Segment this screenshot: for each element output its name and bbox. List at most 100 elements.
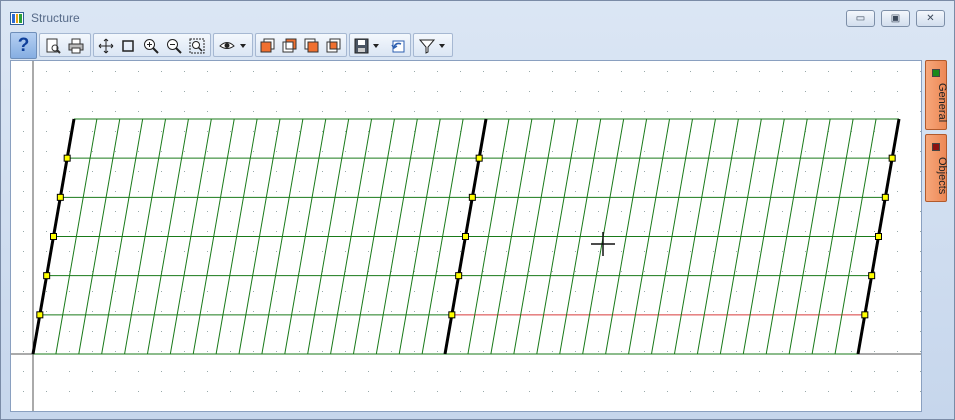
grid-dot — [529, 411, 530, 412]
layer-4-button[interactable] — [324, 36, 344, 55]
grid-dot — [276, 151, 277, 152]
grid-dot — [322, 91, 323, 92]
grid-dot — [851, 171, 852, 172]
grid-dot — [46, 311, 47, 312]
print-button[interactable] — [66, 36, 86, 55]
grid-dot — [437, 291, 438, 292]
grid-dot — [598, 171, 599, 172]
grid-dot — [805, 391, 806, 392]
grid-dot — [345, 211, 346, 212]
help-button[interactable]: ? — [10, 32, 37, 59]
grid-dot — [483, 191, 484, 192]
grid-dot — [598, 271, 599, 272]
layer-1-button[interactable] — [258, 36, 278, 55]
grid-dot — [69, 331, 70, 332]
grid-dot — [92, 311, 93, 312]
grid-dot — [115, 311, 116, 312]
grid-dot — [805, 251, 806, 252]
grid-dot — [713, 151, 714, 152]
grid-dot — [736, 351, 737, 352]
maximize-button[interactable]: ▣ — [881, 10, 910, 27]
grid-dot — [874, 311, 875, 312]
grid-dot — [69, 231, 70, 232]
grid-dot — [138, 351, 139, 352]
grid-dot — [322, 311, 323, 312]
grid-dot — [322, 211, 323, 212]
grid-dot — [644, 91, 645, 92]
grid-dot — [529, 311, 530, 312]
zoom-fit-icon — [189, 38, 205, 53]
grid-dot — [138, 291, 139, 292]
grid-dot — [23, 331, 24, 332]
grid-dot — [414, 151, 415, 152]
grid-dot — [713, 291, 714, 292]
grid-dot — [253, 91, 254, 92]
grid-dot — [805, 271, 806, 272]
grid-dot — [46, 91, 47, 92]
grid-dot — [828, 371, 829, 372]
grid-dot — [759, 351, 760, 352]
grid-dot — [667, 391, 668, 392]
grid-dot — [782, 231, 783, 232]
zoom-out-button[interactable] — [164, 36, 184, 55]
grid-dot — [598, 231, 599, 232]
grid-dot — [805, 291, 806, 292]
grid-dot — [920, 71, 921, 72]
pan-button[interactable] — [96, 36, 116, 55]
grid-dot — [345, 91, 346, 92]
grid-dot — [276, 351, 277, 352]
select-rectangle-button[interactable] — [118, 36, 138, 55]
grid-dot — [414, 251, 415, 252]
zoom-in-button[interactable] — [141, 36, 161, 55]
side-panel-tabs: General Objects — [925, 60, 948, 412]
minimize-button[interactable]: ▭ — [846, 10, 875, 27]
grid-dot — [506, 171, 507, 172]
grid-dot — [874, 191, 875, 192]
view-options-dropdown[interactable] — [216, 36, 250, 55]
grid-dot — [437, 251, 438, 252]
grid-dot — [138, 111, 139, 112]
save-dropdown[interactable] — [352, 36, 382, 55]
grid-dot — [161, 251, 162, 252]
close-button[interactable]: ✕ — [916, 10, 945, 27]
grid-dot — [805, 411, 806, 412]
grid-dot — [644, 151, 645, 152]
grid-dot — [345, 231, 346, 232]
grid-dot — [345, 251, 346, 252]
grid-dot — [897, 311, 898, 312]
grid-dot — [46, 71, 47, 72]
grid-dot — [690, 351, 691, 352]
grid-dot — [759, 291, 760, 292]
grid-dot — [322, 151, 323, 152]
tab-objects[interactable]: Objects — [925, 134, 948, 202]
grid-dot — [598, 211, 599, 212]
zoom-fit-button[interactable] — [187, 36, 207, 55]
grid-dot — [598, 291, 599, 292]
node-point — [475, 154, 483, 162]
tab-general[interactable]: General — [925, 60, 948, 130]
grid-dot — [690, 271, 691, 272]
title-bar[interactable]: Structure ▭ ▣ ✕ — [1, 1, 954, 31]
grid-dot — [575, 71, 576, 72]
grid-dot — [253, 111, 254, 112]
structure-drawing[interactable] — [11, 61, 922, 412]
grid-dot — [391, 111, 392, 112]
print-preview-button[interactable] — [43, 36, 63, 55]
grid-dot — [437, 151, 438, 152]
structure-canvas[interactable] — [10, 60, 922, 412]
grid-dot — [483, 111, 484, 112]
grid-dot — [644, 171, 645, 172]
layer-3-button[interactable] — [302, 36, 322, 55]
grid-dot — [184, 331, 185, 332]
grid-dot — [437, 351, 438, 352]
undo-view-button[interactable] — [388, 36, 408, 55]
grid-dot — [805, 111, 806, 112]
grid-dot — [414, 331, 415, 332]
grid-dot — [437, 171, 438, 172]
grid-dot — [184, 151, 185, 152]
grid-dot — [713, 191, 714, 192]
layer-2-button[interactable] — [280, 36, 300, 55]
grid-dot — [230, 171, 231, 172]
filter-dropdown[interactable] — [416, 36, 450, 55]
grid-dot — [414, 71, 415, 72]
